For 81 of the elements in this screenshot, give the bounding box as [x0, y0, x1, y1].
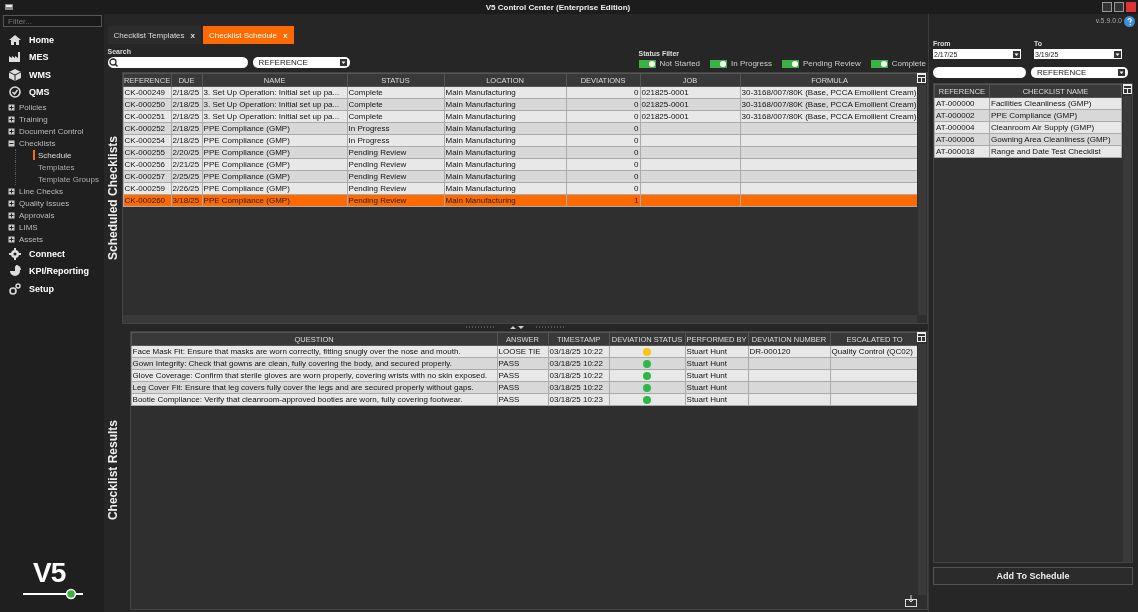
nav-item[interactable]: QMS: [3, 83, 104, 101]
table-row[interactable]: CK-000251 2/18/25 3. Set Up Operation: Initial set up pa... Complete Main Manufacturing 0 021825-0001 30-3168/007/80K (Base, PCCA Emollient Cream): [123, 110, 917, 123]
expand-icon[interactable]: [8, 127, 15, 135]
table-row[interactable]: CK-000257 2/25/25 PPE Compliance (GMP) Pending Review Main Manufacturing 0: [123, 170, 917, 183]
maximize-button[interactable]: [1114, 2, 1124, 12]
tree-item[interactable]: Quality Issues: [19, 198, 70, 208]
nav-item[interactable]: MES: [3, 48, 104, 66]
tree-item[interactable]: Assets: [19, 234, 43, 244]
table-row[interactable]: CK-000252 2/18/25 PPE Compliance (GMP) In Progress Main Manufacturing 0: [123, 122, 917, 135]
expand-icon[interactable]: [8, 115, 15, 123]
table-row[interactable]: CK-000249 2/18/25 3. Set Up Operation: Initial set up pa... Complete Main Manufacturing 0 021825-0001 30-3168/007/80K (Base, PCCA Emollient Cream): [123, 86, 917, 99]
expand-icon[interactable]: [8, 199, 15, 207]
add-button[interactable]: Add To Schedule: [933, 567, 1133, 585]
dropdown[interactable]: REFERENCE: [1031, 67, 1128, 78]
factory-icon: [9, 51, 21, 64]
tree-item[interactable]: Checklists: [19, 138, 56, 148]
caret-icon: [1118, 69, 1125, 76]
table-row[interactable]: CK-000254 2/18/25 PPE Compliance (GMP) In Progress Main Manufacturing 0: [123, 134, 917, 147]
nav-item[interactable]: WMS: [3, 66, 104, 84]
search-icon: [108, 58, 118, 67]
nav-item[interactable]: KPI/Reporting: [3, 262, 104, 280]
tree-item[interactable]: Policies: [19, 102, 47, 112]
expand-icon[interactable]: [8, 223, 15, 231]
tree-item[interactable]: Approvals: [19, 210, 55, 220]
collapse-icon[interactable]: [8, 139, 15, 147]
column-chooser-button[interactable]: [1122, 84, 1132, 94]
toggle-label: Not Started: [659, 59, 701, 68]
toggle-switch[interactable]: [638, 59, 656, 68]
gear-icon: [9, 247, 21, 260]
table-row[interactable]: CK-000260 3/18/25 PPE Compliance (GMP) Pending Review Main Manufacturing 1: [123, 194, 917, 207]
app-icon: [4, 2, 14, 12]
tab[interactable]: Checklist Templates x: [107, 26, 201, 44]
filter-field[interactable]: Filter...: [3, 15, 102, 27]
panel-title: Checklist Results: [105, 420, 120, 521]
expand-icon[interactable]: [8, 211, 15, 219]
scrollbar[interactable]: [917, 85, 926, 315]
table-row[interactable]: CK-000259 2/26/25 PPE Compliance (GMP) Pending Review Main Manufacturing 0: [123, 182, 917, 195]
tree-item[interactable]: Line Checks: [19, 186, 64, 196]
table-row[interactable]: CK-000256 2/21/25 PPE Compliance (GMP) Pending Review Main Manufacturing 0: [123, 158, 917, 171]
splitter-handle[interactable]: [465, 324, 566, 331]
panel-title: Scheduled Checklists: [105, 135, 120, 260]
home-icon: [9, 33, 21, 46]
tree-item[interactable]: Schedule: [15, 149, 104, 161]
expand-icon[interactable]: [8, 103, 15, 111]
column-chooser-button[interactable]: [917, 73, 927, 83]
logo-text: V5: [33, 558, 67, 588]
toggle-switch[interactable]: [870, 59, 888, 68]
tree-item[interactable]: Template Groups: [15, 173, 104, 185]
tree-item[interactable]: LIMS: [19, 222, 38, 232]
expand-icon[interactable]: [8, 187, 15, 195]
box-icon: [9, 68, 21, 81]
nav-item[interactable]: Home: [3, 31, 104, 49]
tree-item[interactable]: Training: [19, 114, 48, 124]
pie-chart-icon: [9, 265, 21, 278]
toggle-label: Pending Review: [802, 59, 861, 68]
search-field[interactable]: [933, 67, 1026, 78]
scrollbar[interactable]: [917, 344, 926, 595]
table-row[interactable]: CK-000255 2/20/25 PPE Compliance (GMP) Pending Review Main Manufacturing 0: [123, 146, 917, 159]
scrollbar[interactable]: [1123, 96, 1131, 562]
window-title: V5 Control Center (Enterprise Edition): [484, 2, 632, 12]
gears-icon: [9, 282, 21, 295]
expand-icon[interactable]: [8, 235, 15, 243]
toggle-label: In Progress: [731, 59, 772, 68]
dropdown[interactable]: REFERENCE: [252, 57, 350, 68]
toggle-label: Complete: [891, 59, 926, 68]
slider-drawing: [21, 588, 85, 600]
nav-item[interactable]: Connect: [3, 245, 104, 263]
caret-icon: [339, 59, 347, 66]
toggle-switch[interactable]: [781, 59, 799, 68]
column-chooser-button[interactable]: [917, 332, 927, 342]
toggle-switch[interactable]: [710, 59, 728, 68]
search-field[interactable]: [107, 57, 248, 68]
minimize-button[interactable]: [1102, 2, 1112, 12]
tree-item[interactable]: Templates: [15, 161, 104, 173]
help-icon[interactable]: [1124, 16, 1135, 27]
export-icon[interactable]: [904, 595, 917, 607]
check-circle-icon: [9, 86, 21, 99]
tree-item[interactable]: Document Control: [19, 126, 84, 136]
nav-item[interactable]: Setup: [3, 280, 104, 298]
scrollbar[interactable]: [122, 315, 917, 323]
table-row[interactable]: CK-000250 2/18/25 3. Set Up Operation: Initial set up pa... Complete Main Manufacturing 0 021825-0001 30-3168/007/80K (Base, PCCA Emollient Cream): [123, 98, 917, 111]
